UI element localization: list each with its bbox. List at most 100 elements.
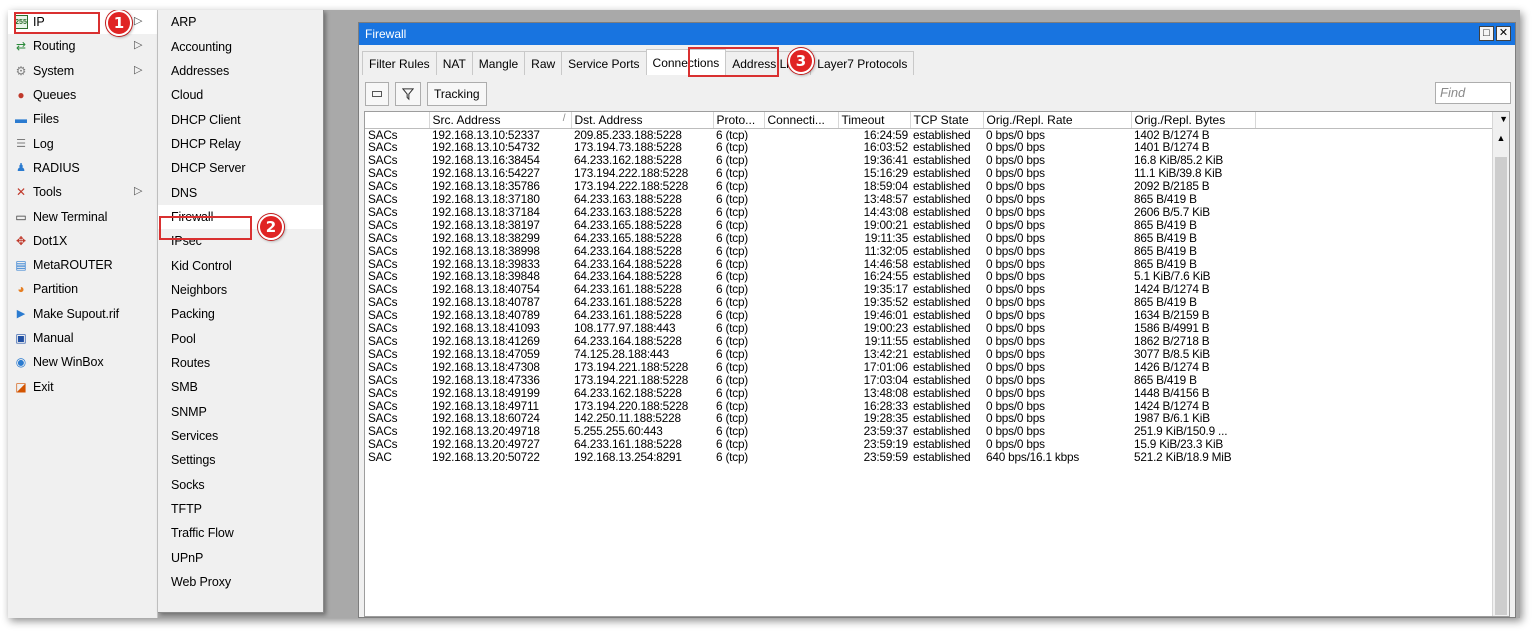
- main-menu-item-radius[interactable]: ♟ RADIUS: [8, 156, 157, 180]
- column-header[interactable]: [365, 112, 430, 129]
- submenu-item-firewall[interactable]: Firewall: [158, 204, 323, 230]
- table-row[interactable]: SACs 192.168.13.16:38454 64.233.162.188:52…: [365, 154, 1493, 167]
- column-header[interactable]: Src. Address /: [429, 112, 572, 129]
- submenu-item-dhcp-server[interactable]: DHCP Server: [158, 156, 323, 180]
- table-row[interactable]: SACs 192.168.13.18:37180 64.233.163.188:52…: [365, 193, 1493, 206]
- window-title-bar[interactable]: Firewall □ ✕: [359, 23, 1515, 45]
- submenu-item-packing[interactable]: Packing: [158, 302, 323, 326]
- table-row[interactable]: SACs 192.168.13.20:49727 64.233.161.188:52…: [365, 438, 1493, 451]
- table-row[interactable]: SACs 192.168.13.18:38299 64.233.165.188:52…: [365, 232, 1493, 245]
- column-header[interactable]: Proto...: [713, 112, 765, 129]
- main-menu-item-queues[interactable]: ● Queues: [8, 83, 157, 107]
- table-row[interactable]: SACs 192.168.13.18:60724 142.250.11.188:52…: [365, 412, 1493, 425]
- minus-button[interactable]: [365, 81, 389, 106]
- column-header[interactable]: TCP State: [910, 112, 984, 129]
- submenu-item-services[interactable]: Services: [158, 424, 323, 448]
- table-row[interactable]: SACs 192.168.13.18:40789 64.233.161.188:52…: [365, 309, 1493, 322]
- filter-button[interactable]: [395, 81, 421, 106]
- main-menu-item-manual[interactable]: ▣ Manual: [8, 326, 157, 350]
- close-icon[interactable]: ✕: [1496, 26, 1511, 41]
- firewall-tabs: Filter Rules NAT Mangle Raw Service Ports Con…: [359, 49, 915, 77]
- main-menu-item-make-supout-rif[interactable]: ▶ Make Supout.rif: [8, 302, 157, 326]
- submenu-item-addresses[interactable]: Addresses: [158, 59, 323, 83]
- column-header[interactable]: Orig./Repl. Rate: [983, 112, 1132, 129]
- table-row[interactable]: SACs 192.168.13.20:49718 5.255.255.60:443 6…: [365, 425, 1493, 438]
- column-header[interactable]: Timeout: [838, 112, 911, 129]
- submenu-item-dhcp-relay[interactable]: DHCP Relay: [158, 132, 323, 156]
- table-row[interactable]: SACs 192.168.13.18:39833 64.233.164.188:52…: [365, 258, 1493, 271]
- table-row[interactable]: SACs 192.168.13.10:54732 173.194.73.188:52…: [365, 141, 1493, 154]
- find-input[interactable]: Find: [1435, 82, 1511, 104]
- table-row[interactable]: SACs 192.168.13.18:47059 74.125.28.188:443…: [365, 348, 1493, 361]
- table-row[interactable]: SACs 192.168.13.18:47308 173.194.221.188:5…: [365, 361, 1493, 374]
- tab-nat[interactable]: NAT: [435, 51, 473, 75]
- table-row[interactable]: SACs 192.168.13.18:35786 173.194.222.188:5…: [365, 180, 1493, 193]
- vertical-scrollbar[interactable]: ▼ ▲: [1492, 112, 1509, 616]
- table-row[interactable]: SACs 192.168.13.18:37184 64.233.163.188:52…: [365, 206, 1493, 219]
- table-row[interactable]: SACs 192.168.13.18:38998 64.233.164.188:52…: [365, 245, 1493, 258]
- column-header[interactable]: Connecti...: [764, 112, 839, 129]
- main-menu-item-system[interactable]: ⚙ System ▷: [8, 59, 157, 83]
- submenu-item-ipsec[interactable]: IPsec: [158, 229, 323, 253]
- submenu-item-pool[interactable]: Pool: [158, 326, 323, 350]
- main-menu-item-tools[interactable]: ✕ Tools ▷: [8, 180, 157, 204]
- scrollbar-thumb[interactable]: [1495, 157, 1507, 615]
- tab-raw[interactable]: Raw: [524, 51, 563, 75]
- submenu-item-cloud[interactable]: Cloud: [158, 83, 323, 107]
- main-menu-item-files[interactable]: ▬ Files: [8, 107, 157, 131]
- scroll-up-icon[interactable]: ▲: [1493, 129, 1509, 146]
- tab-filter-rules[interactable]: Filter Rules: [362, 51, 437, 75]
- table-row[interactable]: SACs 192.168.13.18:39848 64.233.164.188:52…: [365, 270, 1493, 283]
- table-cell: 0 bps/0 bps: [986, 399, 1045, 413]
- main-menu-item-routing[interactable]: ⇄ Routing ▷: [8, 34, 157, 58]
- submenu-item-upnp[interactable]: UPnP: [158, 546, 323, 570]
- table-row[interactable]: SACs 192.168.13.18:40754 64.233.161.188:52…: [365, 283, 1493, 296]
- maximize-icon[interactable]: □: [1479, 26, 1494, 41]
- tracking-button[interactable]: Tracking: [427, 81, 487, 106]
- table-row[interactable]: SACs 192.168.13.18:41269 64.233.164.188:52…: [365, 335, 1493, 348]
- main-menu-item-log[interactable]: ☰ Log: [8, 131, 157, 155]
- main-menu-item-new-winbox[interactable]: ◉ New WinBox: [8, 350, 157, 374]
- main-menu-item-metarouter[interactable]: ▤ MetaROUTER: [8, 253, 157, 277]
- submenu-item-traffic-flow[interactable]: Traffic Flow: [158, 521, 323, 545]
- column-menu-icon[interactable]: ▼: [1499, 114, 1508, 124]
- submenu-item-socks[interactable]: Socks: [158, 473, 323, 497]
- submenu-item-tftp[interactable]: TFTP: [158, 497, 323, 521]
- table-row[interactable]: SACs 192.168.13.18:41093 108.177.97.188:44…: [365, 322, 1493, 335]
- table-row[interactable]: SACs 192.168.13.16:54227 173.194.222.188:5…: [365, 167, 1493, 180]
- main-menu-item-dot1x[interactable]: ✥ Dot1X: [8, 229, 157, 253]
- tab-layer7-protocols[interactable]: Layer7 Protocols: [810, 51, 915, 75]
- table-row[interactable]: SACs 192.168.13.18:47336 173.194.221.188:5…: [365, 374, 1493, 387]
- table-row[interactable]: SACs 192.168.13.18:40787 64.233.161.188:52…: [365, 296, 1493, 309]
- tab-connections[interactable]: Connections: [645, 49, 727, 75]
- tab-mangle[interactable]: Mangle: [471, 51, 526, 75]
- main-menu-item-new-terminal[interactable]: ▭ New Terminal: [8, 204, 157, 228]
- submenu-item-kid-control[interactable]: Kid Control: [158, 253, 323, 277]
- submenu-item-dhcp-client[interactable]: DHCP Client: [158, 107, 323, 131]
- submenu-item-snmp[interactable]: SNMP: [158, 400, 323, 424]
- submenu-item-routes[interactable]: Routes: [158, 351, 323, 375]
- submenu-item-web-proxy[interactable]: Web Proxy: [158, 570, 323, 594]
- main-menu-item-ip[interactable]: 255 IP ▷: [8, 10, 157, 35]
- tab-service-ports[interactable]: Service Ports: [561, 51, 647, 75]
- main-menu-item-exit[interactable]: ◪ Exit: [8, 374, 157, 398]
- submenu-item-arp[interactable]: ARP: [158, 10, 323, 34]
- submenu-arrow-icon: ▷: [134, 39, 143, 52]
- submenu-item-smb[interactable]: SMB: [158, 375, 323, 399]
- table-row[interactable]: SAC 192.168.13.20:50722 192.168.13.254:829…: [365, 451, 1493, 464]
- submenu-item-neighbors[interactable]: Neighbors: [158, 278, 323, 302]
- submenu-item-settings[interactable]: Settings: [158, 448, 323, 472]
- table-cell: 0 bps/0 bps: [986, 438, 1045, 452]
- main-menu-label: Manual: [33, 331, 74, 345]
- column-header[interactable]: Dst. Address: [571, 112, 714, 129]
- table-row[interactable]: SACs 192.168.13.18:49199 64.233.162.188:52…: [365, 387, 1493, 400]
- callout-badge-1: 1: [106, 10, 132, 36]
- submenu-item-dns[interactable]: DNS: [158, 180, 323, 204]
- table-row[interactable]: SACs 192.168.13.10:52337 209.85.233.188:52…: [365, 128, 1493, 141]
- column-header[interactable]: Orig./Repl. Bytes: [1131, 112, 1256, 129]
- table-row[interactable]: SACs 192.168.13.18:38197 64.233.165.188:52…: [365, 219, 1493, 232]
- table-row[interactable]: SACs 192.168.13.18:49711 173.194.220.188:5…: [365, 400, 1493, 413]
- column-header-label: Proto...: [716, 112, 756, 127]
- main-menu-item-partition[interactable]: ◕ Partition: [8, 277, 157, 301]
- submenu-item-accounting[interactable]: Accounting: [158, 34, 323, 58]
